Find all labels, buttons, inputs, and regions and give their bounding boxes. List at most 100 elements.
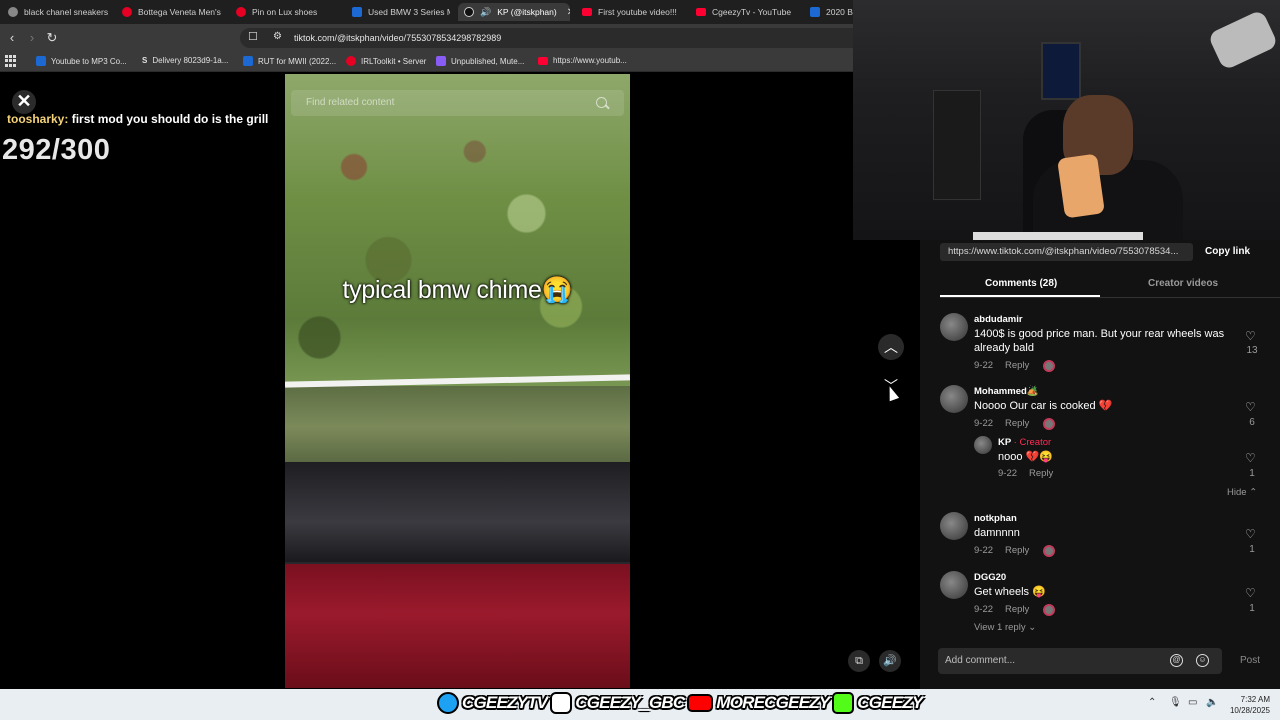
close-icon[interactable]: ✕ bbox=[567, 7, 570, 18]
microphone-icon[interactable]: 🎙 bbox=[1169, 697, 1182, 708]
hide-replies-button[interactable]: Hide ⌃ bbox=[1227, 487, 1257, 498]
twitter-handle: CGEEZYTV bbox=[462, 693, 548, 712]
video-player[interactable] bbox=[285, 74, 630, 688]
comment-username[interactable]: abdudamir bbox=[974, 314, 1023, 325]
tab-label: First youtube video!!! bbox=[598, 7, 677, 17]
site-settings-icon[interactable]: ⚙ bbox=[273, 31, 282, 42]
volume-icon[interactable]: 🔊 bbox=[879, 650, 901, 672]
bmw-icon bbox=[352, 7, 362, 17]
tab-label: Pin on Lux shoes bbox=[252, 7, 318, 17]
reply-button[interactable]: Reply bbox=[1005, 360, 1029, 371]
video-lower-foliage bbox=[285, 386, 630, 468]
bookmark-item[interactable]: Unpublished, Mute... bbox=[436, 56, 524, 66]
network-icon[interactable]: ▭ bbox=[1188, 697, 1197, 708]
chevron-down-icon: ⌄ bbox=[1028, 622, 1037, 633]
speaker-icon: 🔊 bbox=[480, 6, 492, 17]
comment-username[interactable]: DGG20 bbox=[974, 572, 1006, 583]
comment-text: Noooo Our car is cooked 💔 bbox=[974, 400, 1113, 412]
bookmark-icon[interactable]: ☐ bbox=[248, 30, 258, 43]
tab-comments[interactable]: Comments (28) bbox=[985, 278, 1057, 289]
phone bbox=[1057, 153, 1105, 219]
avatar[interactable] bbox=[940, 512, 968, 540]
browser-tab[interactable]: First youtube video!!! bbox=[576, 3, 682, 21]
avatar[interactable] bbox=[974, 436, 992, 454]
reply-button[interactable]: Reply bbox=[1005, 604, 1029, 615]
heart-icon[interactable]: ♡ bbox=[1245, 527, 1256, 541]
comment-username[interactable]: Mohammed🏕️ bbox=[974, 386, 1039, 397]
browser-tab[interactable]: Pin on Lux shoes bbox=[230, 3, 340, 21]
back-icon[interactable]: ‹ bbox=[4, 30, 20, 46]
creator-badge: · Creator bbox=[1013, 437, 1052, 448]
comment-username[interactable]: notkphan bbox=[974, 513, 1017, 524]
system-clock[interactable]: 7:32 AM 10/28/2025 bbox=[1226, 694, 1270, 716]
comment-date: 9-22 bbox=[974, 418, 994, 429]
browser-tab[interactable]: black chanel sneakers bbox=[2, 3, 110, 21]
browser-tab-active[interactable]: 🔊 KP (@itskphan) ✕ bbox=[458, 3, 570, 21]
avatar[interactable] bbox=[940, 571, 968, 599]
heart-icon[interactable]: ♡ bbox=[1245, 586, 1256, 600]
heart-icon[interactable]: ♡ bbox=[1245, 400, 1256, 414]
share-icon[interactable] bbox=[1043, 360, 1055, 372]
previous-video-button[interactable]: ︿ bbox=[878, 334, 904, 360]
share-link-field[interactable]: https://www.tiktok.com/@itskphan/video/7… bbox=[940, 243, 1193, 261]
close-icon[interactable]: ✕ bbox=[12, 90, 36, 114]
browser-tab[interactable]: Bottega Veneta Men's bbox=[116, 3, 224, 21]
clock-time: 7:32 AM bbox=[1240, 695, 1270, 704]
apps-grid-icon[interactable] bbox=[5, 55, 17, 67]
bookmark-item[interactable]: Youtube to MP3 Co... bbox=[36, 56, 127, 66]
reply-button[interactable]: Reply bbox=[1029, 468, 1053, 479]
comment-meta: 9-22 Reply bbox=[998, 468, 1065, 479]
youtube-icon bbox=[696, 8, 706, 16]
active-tab-indicator bbox=[940, 295, 1100, 297]
search-icon[interactable] bbox=[596, 97, 607, 108]
reply-button[interactable]: Reply bbox=[1005, 418, 1029, 429]
tab-label: 2020 BM bbox=[826, 7, 853, 17]
post-button[interactable]: Post bbox=[1240, 655, 1260, 666]
like-count: 13 bbox=[1246, 345, 1258, 356]
bookmark-item[interactable]: IRLToolkit • Server bbox=[346, 56, 426, 66]
bookmark-item[interactable]: RUT for MWII (2022... bbox=[243, 56, 336, 66]
copy-link-button[interactable]: Copy link bbox=[1205, 246, 1250, 257]
mention-icon[interactable]: @ bbox=[1170, 654, 1183, 667]
volume-icon[interactable]: 🔈 bbox=[1206, 697, 1218, 708]
emoji-icon[interactable]: ☺ bbox=[1196, 654, 1209, 667]
forward-icon[interactable]: › bbox=[24, 30, 40, 46]
chevron-up-icon[interactable]: ⌃ bbox=[1148, 697, 1156, 708]
like-count: 6 bbox=[1249, 417, 1255, 428]
view-replies-button[interactable]: View 1 reply ⌄ bbox=[974, 622, 1036, 633]
heart-icon[interactable]: ♡ bbox=[1245, 451, 1256, 465]
view-reply-label: View 1 reply bbox=[974, 622, 1026, 633]
share-icon[interactable] bbox=[1043, 545, 1055, 557]
comment-date: 9-22 bbox=[974, 545, 994, 556]
share-icon[interactable] bbox=[1043, 604, 1055, 616]
pinterest-icon bbox=[122, 7, 132, 17]
share-icon[interactable] bbox=[1043, 418, 1055, 430]
comment-username[interactable]: KP · Creator bbox=[998, 437, 1051, 448]
bookmark-item[interactable]: https://www.youtub... bbox=[538, 56, 627, 65]
avatar[interactable] bbox=[940, 313, 968, 341]
comment-meta: 9-22 Reply bbox=[974, 545, 1041, 556]
wall-poster bbox=[1041, 42, 1081, 100]
comment-input-placeholder: Add comment... bbox=[945, 655, 1016, 666]
browser-tab[interactable]: CgeezyTv - YouTube bbox=[690, 3, 796, 21]
url-text[interactable]: tiktok.com/@itskphan/video/7553078534298… bbox=[294, 33, 501, 43]
tab-label: CgeezyTv - YouTube bbox=[712, 7, 792, 17]
comment-meta: 9-22 Reply bbox=[974, 418, 1041, 429]
bookmark-item[interactable]: S Delivery 8023d9-1a... bbox=[142, 56, 228, 65]
browser-tab[interactable]: 2020 BM bbox=[804, 3, 853, 21]
reply-button[interactable]: Reply bbox=[1005, 545, 1029, 556]
avatar[interactable] bbox=[940, 385, 968, 413]
youtube-icon bbox=[687, 694, 714, 712]
comment-meta: 9-22 Reply bbox=[974, 360, 1041, 371]
floating-player-icon[interactable]: ⧉ bbox=[848, 650, 870, 672]
bookmark-favicon-icon bbox=[36, 56, 46, 66]
reply-username: KP bbox=[998, 437, 1012, 448]
instagram-icon bbox=[550, 692, 573, 714]
browser-tab[interactable]: Used BMW 3 Series M bbox=[346, 3, 450, 21]
heart-icon[interactable]: ♡ bbox=[1245, 329, 1256, 343]
generic-favicon-icon bbox=[8, 7, 18, 17]
like-count: 1 bbox=[1249, 603, 1255, 614]
tab-creator-videos[interactable]: Creator videos bbox=[1148, 278, 1218, 289]
reload-icon[interactable]: ↻ bbox=[44, 30, 60, 46]
comment-date: 9-22 bbox=[974, 360, 994, 371]
